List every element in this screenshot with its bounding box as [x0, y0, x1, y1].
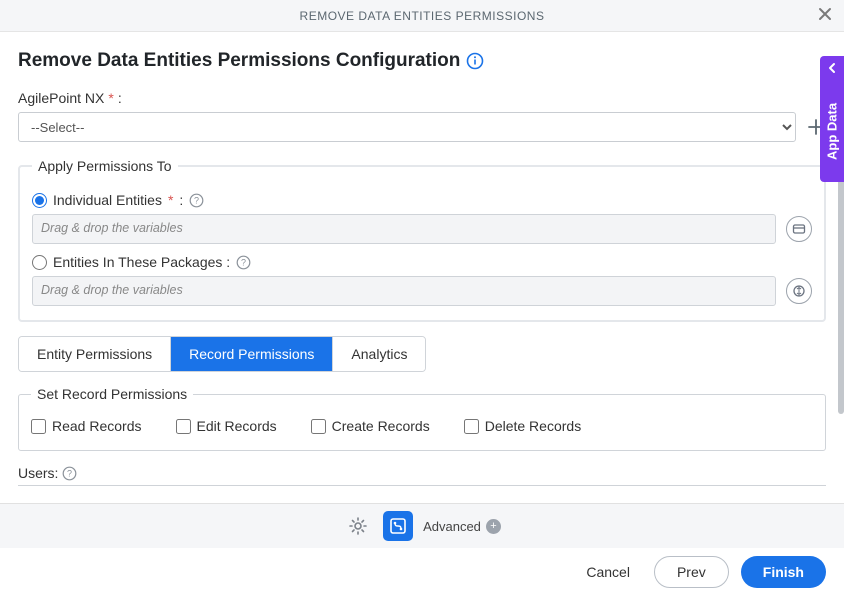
tab-record-permissions[interactable]: Record Permissions [171, 337, 333, 371]
gear-icon[interactable] [343, 511, 373, 541]
apply-permissions-legend: Apply Permissions To [32, 158, 178, 174]
delete-records-label: Delete Records [485, 418, 582, 434]
help-icon[interactable]: ? [189, 193, 204, 208]
packages-label: Entities In These Packages : [53, 254, 230, 270]
packages-dropzone[interactable]: Drag & drop the variables [32, 276, 776, 306]
edit-records-checkbox[interactable] [176, 419, 191, 434]
svg-text:?: ? [194, 195, 199, 205]
info-icon[interactable] [466, 52, 484, 70]
individual-entities-label: Individual Entities [53, 192, 162, 208]
delete-records-checkbox[interactable] [464, 419, 479, 434]
agilepoint-label: AgilePoint NX [18, 90, 104, 106]
edit-records-label: Edit Records [197, 418, 277, 434]
cancel-button[interactable]: Cancel [574, 558, 642, 586]
tab-analytics[interactable]: Analytics [333, 337, 425, 371]
dialog-title: REMOVE DATA ENTITIES PERMISSIONS [300, 9, 545, 23]
help-icon[interactable]: ? [62, 466, 77, 481]
close-icon[interactable] [816, 5, 834, 23]
users-label: Users: [18, 465, 58, 481]
app-data-side-tab[interactable]: App Data [820, 80, 844, 182]
read-records-label: Read Records [52, 418, 142, 434]
svg-text:?: ? [241, 257, 246, 267]
help-icon[interactable]: ? [236, 255, 251, 270]
svg-text:?: ? [67, 468, 72, 478]
permissions-tabs: Entity Permissions Record Permissions An… [18, 336, 426, 372]
individual-entities-dropzone[interactable]: Drag & drop the variables [32, 214, 776, 244]
packages-radio[interactable] [32, 255, 47, 270]
prev-button[interactable]: Prev [654, 556, 729, 588]
advanced-label: Advanced [423, 519, 481, 534]
read-records-checkbox[interactable] [31, 419, 46, 434]
individual-entities-radio[interactable] [32, 193, 47, 208]
advanced-expand-icon[interactable]: + [486, 519, 501, 534]
users-field[interactable] [18, 485, 826, 503]
record-permissions-legend: Set Record Permissions [31, 386, 193, 402]
required-mark: * [108, 90, 113, 106]
tab-entity-permissions[interactable]: Entity Permissions [19, 337, 171, 371]
variables-picker-icon[interactable] [786, 216, 812, 242]
variables-picker-icon[interactable] [786, 278, 812, 304]
mapping-icon[interactable] [383, 511, 413, 541]
page-heading: Remove Data Entities Permissions Configu… [18, 50, 460, 72]
agilepoint-select[interactable]: --Select-- [18, 112, 796, 142]
create-records-label: Create Records [332, 418, 430, 434]
create-records-checkbox[interactable] [311, 419, 326, 434]
finish-button[interactable]: Finish [741, 556, 826, 588]
chevron-left-icon[interactable] [820, 56, 844, 80]
